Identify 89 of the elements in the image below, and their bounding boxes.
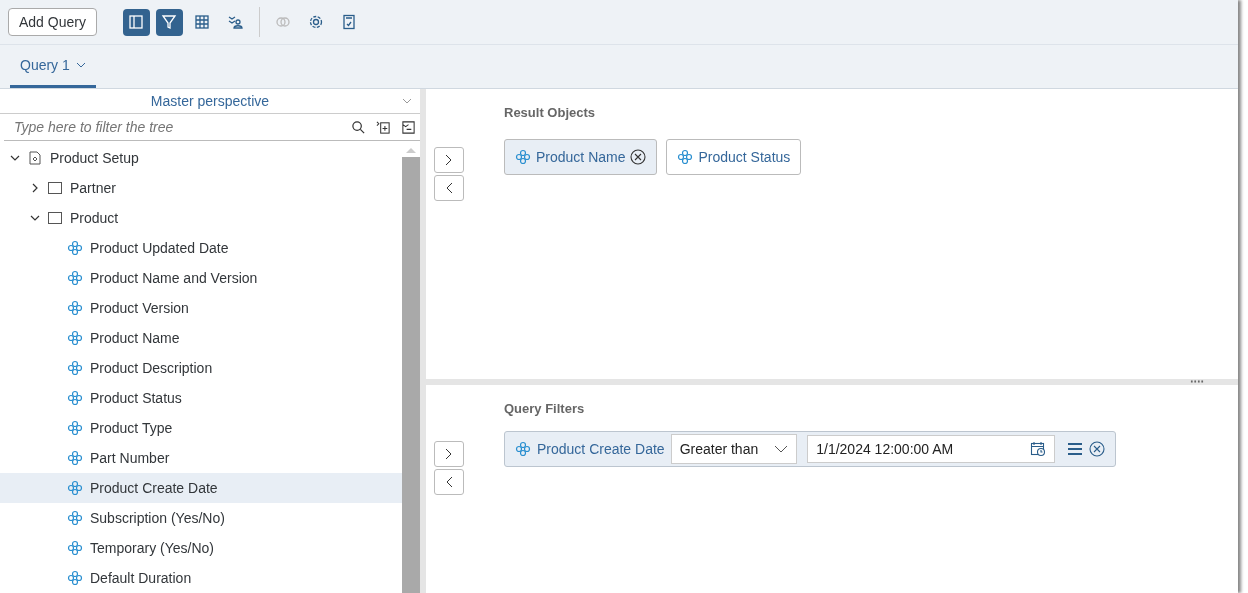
calendar-clock-icon[interactable] xyxy=(1030,441,1047,457)
dimension-icon xyxy=(67,570,83,586)
grid-icon xyxy=(194,14,211,30)
value-field[interactable]: 1/1/2024 12:00:00 AM xyxy=(807,435,1056,463)
dimension-icon xyxy=(67,300,83,316)
tree-item[interactable]: Product xyxy=(0,203,402,233)
tree-item[interactable]: Product Version xyxy=(0,293,402,323)
filter-button[interactable] xyxy=(155,8,183,36)
list-person-icon xyxy=(227,14,244,30)
tree-item[interactable]: Product Name xyxy=(0,323,402,353)
add-query-button[interactable]: Add Query xyxy=(8,8,97,36)
folder-icon xyxy=(47,181,63,195)
chip-label: Product Status xyxy=(698,149,791,165)
tree-item-label: Product Description xyxy=(90,360,213,376)
tree-item[interactable]: Partner xyxy=(0,173,402,203)
rings-icon xyxy=(275,14,292,30)
chevron-right-icon xyxy=(445,448,453,460)
tree-item-label: Product xyxy=(70,210,119,226)
section-title: Query Filters xyxy=(504,401,586,418)
chevron-icon[interactable] xyxy=(30,183,40,193)
tree-item[interactable]: Product Name and Version xyxy=(0,263,402,293)
tree-item-label: Product Type xyxy=(90,420,173,436)
chevron-left-icon xyxy=(445,476,453,488)
tree-item-label: Product Updated Date xyxy=(90,240,229,256)
section-title: Result Objects xyxy=(504,105,597,122)
tree-item[interactable]: Part Number xyxy=(0,443,402,473)
chevron-icon[interactable] xyxy=(10,153,20,163)
tree-item[interactable]: Product Description xyxy=(0,353,402,383)
tree-item[interactable]: Temporary (Yes/No) xyxy=(0,533,402,563)
dimension-icon xyxy=(67,510,83,526)
chevron-icon[interactable] xyxy=(30,213,40,223)
tree-item-label: Product Version xyxy=(90,300,189,316)
chip-label: Product Name xyxy=(536,149,626,165)
tree-item-label: Product Name xyxy=(90,330,180,346)
operator-select[interactable]: Greater than xyxy=(670,434,798,464)
tree-item[interactable]: Product Create Date xyxy=(0,473,402,503)
dimension-icon xyxy=(67,420,83,436)
tree-item[interactable]: Product Setup xyxy=(0,143,402,173)
dimension-icon xyxy=(67,390,83,406)
close-icon[interactable] xyxy=(1089,441,1106,457)
chevron-down-icon[interactable] xyxy=(402,96,412,106)
tree-item-label: Product Name and Version xyxy=(90,270,258,286)
dimension-icon xyxy=(67,540,83,556)
tree-item[interactable]: Product Type xyxy=(0,413,402,443)
query-tab[interactable]: Query 1 xyxy=(10,45,96,88)
tree-item-label: Product Setup xyxy=(50,150,139,166)
side-panel-button[interactable] xyxy=(122,8,150,36)
result-object-chip[interactable]: Product Status xyxy=(666,139,802,175)
dimension-icon xyxy=(67,450,83,466)
tree-item-label: Default Duration xyxy=(90,570,192,586)
tree-item-label: Subscription (Yes/No) xyxy=(90,510,225,526)
dimension-icon xyxy=(67,360,83,376)
chevron-down-icon xyxy=(774,444,789,454)
tree-item[interactable]: Subscription (Yes/No) xyxy=(0,503,402,533)
splitter-handle[interactable] xyxy=(1190,380,1204,383)
close-icon[interactable] xyxy=(630,149,647,165)
universe-icon xyxy=(27,150,43,166)
scrollbar-thumb[interactable] xyxy=(402,157,420,593)
settings-icon xyxy=(308,14,325,30)
search-icon[interactable] xyxy=(351,119,366,135)
tree-item-label: Product Status xyxy=(90,390,182,406)
tree-item-label: Temporary (Yes/No) xyxy=(90,540,214,556)
tree-filter-field[interactable]: Type here to filter the tree xyxy=(12,118,341,136)
filter-icon xyxy=(161,14,178,30)
chevron-left-icon xyxy=(445,182,453,194)
tree-item[interactable]: Product Status xyxy=(0,383,402,413)
collapse-all-icon[interactable] xyxy=(401,119,416,135)
expand-all-icon[interactable] xyxy=(376,119,391,135)
tree-item[interactable]: Product Updated Date xyxy=(0,233,402,263)
dimension-icon xyxy=(67,270,83,286)
filter-object: Product Create Date xyxy=(537,441,665,457)
chevron-down-icon xyxy=(75,60,86,70)
dimension-icon xyxy=(677,149,694,165)
dimension-icon xyxy=(67,480,83,496)
menu-icon[interactable] xyxy=(1067,442,1084,456)
panel-icon xyxy=(128,14,145,30)
tree-item-label: Part Number xyxy=(90,450,170,466)
result-object-chip[interactable]: Product Name xyxy=(504,139,658,175)
dimension-icon xyxy=(515,149,531,165)
folder-icon xyxy=(47,211,63,225)
checklist-icon xyxy=(341,14,358,30)
tree-item-label: Partner xyxy=(70,180,116,196)
tree-item[interactable]: Default Duration xyxy=(0,563,402,593)
dimension-icon xyxy=(67,240,83,256)
tree-item-label: Product Create Date xyxy=(90,480,218,496)
dimension-icon xyxy=(67,330,83,346)
chevron-right-icon xyxy=(445,154,453,166)
perspective-select[interactable]: Master perspective xyxy=(150,93,270,109)
dimension-icon xyxy=(515,441,531,457)
